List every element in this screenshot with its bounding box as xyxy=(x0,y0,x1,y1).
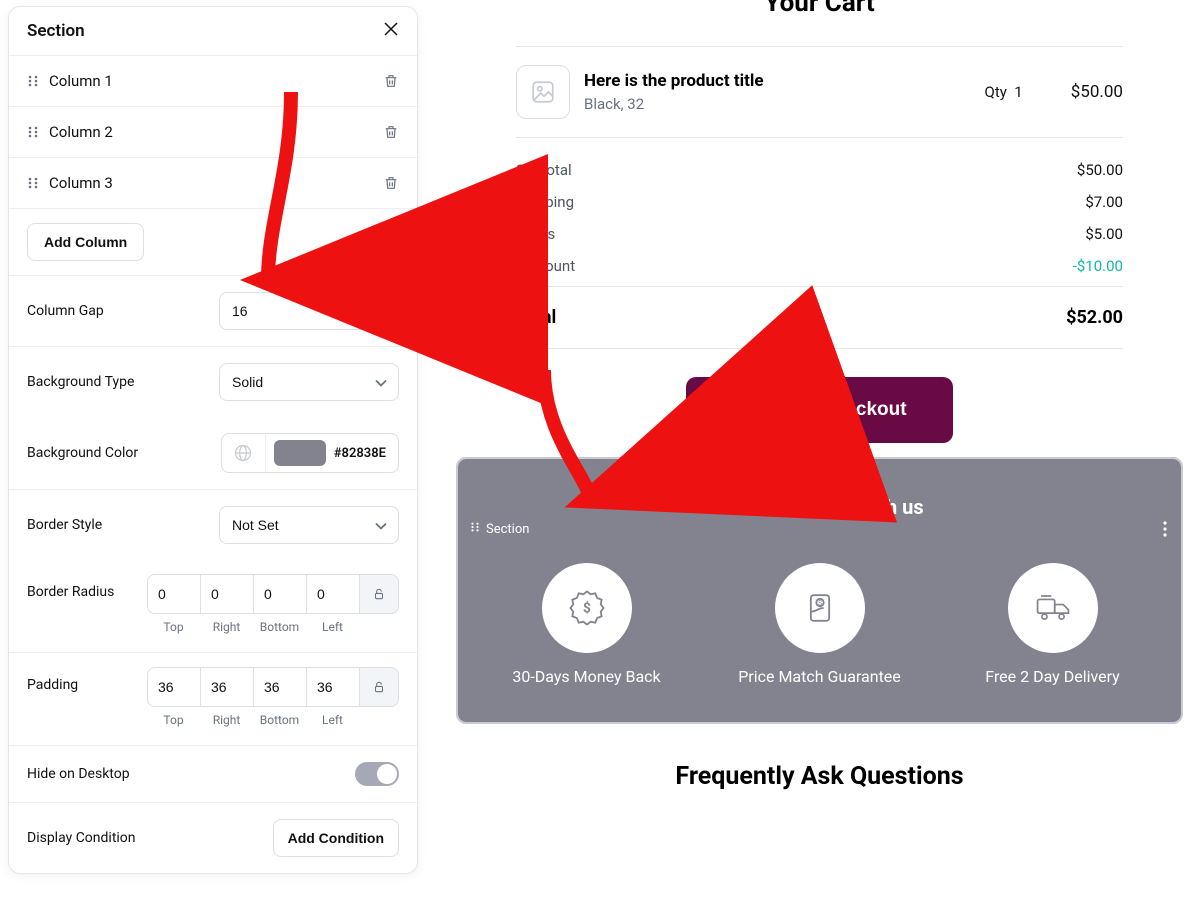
totals: Subtotal$50.00 Shipping$7.00 Taxes$5.00 … xyxy=(516,138,1123,286)
column-row-3[interactable]: Column 3 xyxy=(9,158,417,209)
image-placeholder-icon xyxy=(516,65,570,119)
display-condition-label: Display Condition xyxy=(27,830,136,846)
radius-right-input[interactable] xyxy=(200,574,253,614)
add-condition-button[interactable]: Add Condition xyxy=(273,819,399,857)
border-style-row: Border Style Not Set xyxy=(9,490,417,560)
sublabel-left: Left xyxy=(322,713,343,727)
money-back-icon: $ xyxy=(542,563,632,653)
divider xyxy=(516,348,1123,349)
column-gap-row: Column Gap xyxy=(9,276,417,347)
preview-pane: Your Cart Here is the product title Blac… xyxy=(458,0,1181,910)
drag-handle-icon[interactable] xyxy=(27,74,39,88)
padding-top-input[interactable] xyxy=(147,667,200,707)
padding-left-input[interactable] xyxy=(306,667,359,707)
reason-col-1: $ 30-Days Money Back xyxy=(478,563,695,686)
column-label: Column 2 xyxy=(49,123,113,141)
delete-column-button[interactable] xyxy=(383,175,399,191)
add-column-row: Add Column xyxy=(9,209,417,276)
cart-title: Your Cart xyxy=(516,0,1123,18)
sublabel-top: Top xyxy=(163,620,183,634)
svg-text:$: $ xyxy=(817,598,821,607)
delete-column-button[interactable] xyxy=(383,73,399,89)
subtotal-row: Subtotal$50.00 xyxy=(516,154,1123,186)
close-icon xyxy=(383,20,399,42)
drag-handle-icon[interactable] xyxy=(27,125,39,139)
sublabel-right: Right xyxy=(213,620,241,634)
item-qty: Qty 1 xyxy=(985,83,1023,101)
color-hex: #82838E xyxy=(334,446,398,461)
sublabel-bottom: Bottom xyxy=(260,713,299,727)
bg-type-select[interactable]: Solid xyxy=(219,363,399,401)
reason-columns: $ 30-Days Money Back $ Price Match Guara… xyxy=(458,563,1181,686)
section-tag-label: Section xyxy=(486,522,529,537)
taxes-row: Taxes$5.00 xyxy=(516,218,1123,250)
column-label: Column 1 xyxy=(49,72,113,90)
border-style-label: Border Style xyxy=(27,517,102,533)
color-swatch[interactable] xyxy=(274,440,326,466)
shipping-row: Shipping$7.00 xyxy=(516,186,1123,218)
total-row: Total$52.00 xyxy=(516,287,1123,348)
column-gap-input[interactable] xyxy=(219,292,399,330)
bg-type-row: Background Type Solid xyxy=(9,347,417,417)
reason-col-label: 30-Days Money Back xyxy=(512,667,660,686)
sublabel-bottom: Bottom xyxy=(260,620,299,634)
display-condition-row: Display Condition Add Condition xyxy=(9,803,417,873)
globe-icon[interactable] xyxy=(222,434,266,472)
reason-col-label: Free 2 Day Delivery xyxy=(985,667,1119,686)
bg-type-label: Background Type xyxy=(27,374,134,390)
delivery-truck-icon xyxy=(1008,563,1098,653)
border-radius-label: Border Radius xyxy=(27,584,114,600)
bg-color-label: Background Color xyxy=(27,445,138,461)
padding-row: Padding Top Right Bottom Left xyxy=(9,653,417,746)
add-column-button[interactable]: Add Column xyxy=(27,223,144,261)
panel-header: Section xyxy=(9,7,417,56)
reason-col-label: Price Match Guarantee xyxy=(738,667,901,686)
hide-desktop-row: Hide on Desktop xyxy=(9,746,417,803)
radius-lock-button[interactable] xyxy=(359,574,399,614)
border-style-select[interactable]: Not Set xyxy=(219,506,399,544)
cart-item: Here is the product title Black, 32 Qty … xyxy=(516,47,1123,137)
close-button[interactable] xyxy=(383,21,399,41)
border-radius-row: Border Radius Top Right Bottom Left xyxy=(9,560,417,653)
item-title: Here is the product title xyxy=(584,71,985,91)
settings-panel: Section Column 1 Column 2 Column 3 Add C… xyxy=(8,6,418,874)
bg-color-row: Background Color #82838E xyxy=(9,417,417,490)
item-subtitle: Black, 32 xyxy=(584,95,985,113)
padding-right-input[interactable] xyxy=(200,667,253,707)
column-row-2[interactable]: Column 2 xyxy=(9,107,417,158)
column-gap-label: Column Gap xyxy=(27,303,104,319)
faq-title: Frequently Ask Questions xyxy=(458,762,1181,791)
padding-label: Padding xyxy=(27,677,78,693)
reason-section[interactable]: Reason to shop with us Section $ 30-Days… xyxy=(458,459,1181,722)
svg-text:$: $ xyxy=(583,600,591,617)
price-match-icon: $ xyxy=(775,563,865,653)
delete-column-button[interactable] xyxy=(383,124,399,140)
reason-col-3: Free 2 Day Delivery xyxy=(944,563,1161,686)
radius-bottom-input[interactable] xyxy=(253,574,306,614)
cart: Your Cart Here is the product title Blac… xyxy=(458,0,1181,443)
drag-handle-icon[interactable] xyxy=(27,176,39,190)
sublabel-top: Top xyxy=(163,713,183,727)
reason-title: Reason to shop with us xyxy=(458,459,1181,519)
hide-desktop-toggle[interactable] xyxy=(355,762,399,786)
hide-desktop-label: Hide on Desktop xyxy=(27,766,130,782)
item-price: $50.00 xyxy=(1071,82,1123,102)
continue-checkout-button[interactable]: Continue Checkout xyxy=(686,377,952,443)
reason-col-2: $ Price Match Guarantee xyxy=(711,563,928,686)
section-tag[interactable]: Section xyxy=(470,521,529,537)
sublabel-right: Right xyxy=(213,713,241,727)
padding-bottom-input[interactable] xyxy=(253,667,306,707)
panel-title: Section xyxy=(27,21,85,41)
padding-lock-button[interactable] xyxy=(359,667,399,707)
section-menu-button[interactable] xyxy=(1163,521,1167,541)
column-row-1[interactable]: Column 1 xyxy=(9,56,417,107)
radius-left-input[interactable] xyxy=(306,574,359,614)
sublabel-left: Left xyxy=(322,620,343,634)
bg-color-input[interactable]: #82838E xyxy=(221,433,399,473)
drag-handle-icon[interactable] xyxy=(470,521,480,537)
radius-top-input[interactable] xyxy=(147,574,200,614)
column-label: Column 3 xyxy=(49,174,113,192)
discount-row: Discount-$10.00 xyxy=(516,250,1123,282)
